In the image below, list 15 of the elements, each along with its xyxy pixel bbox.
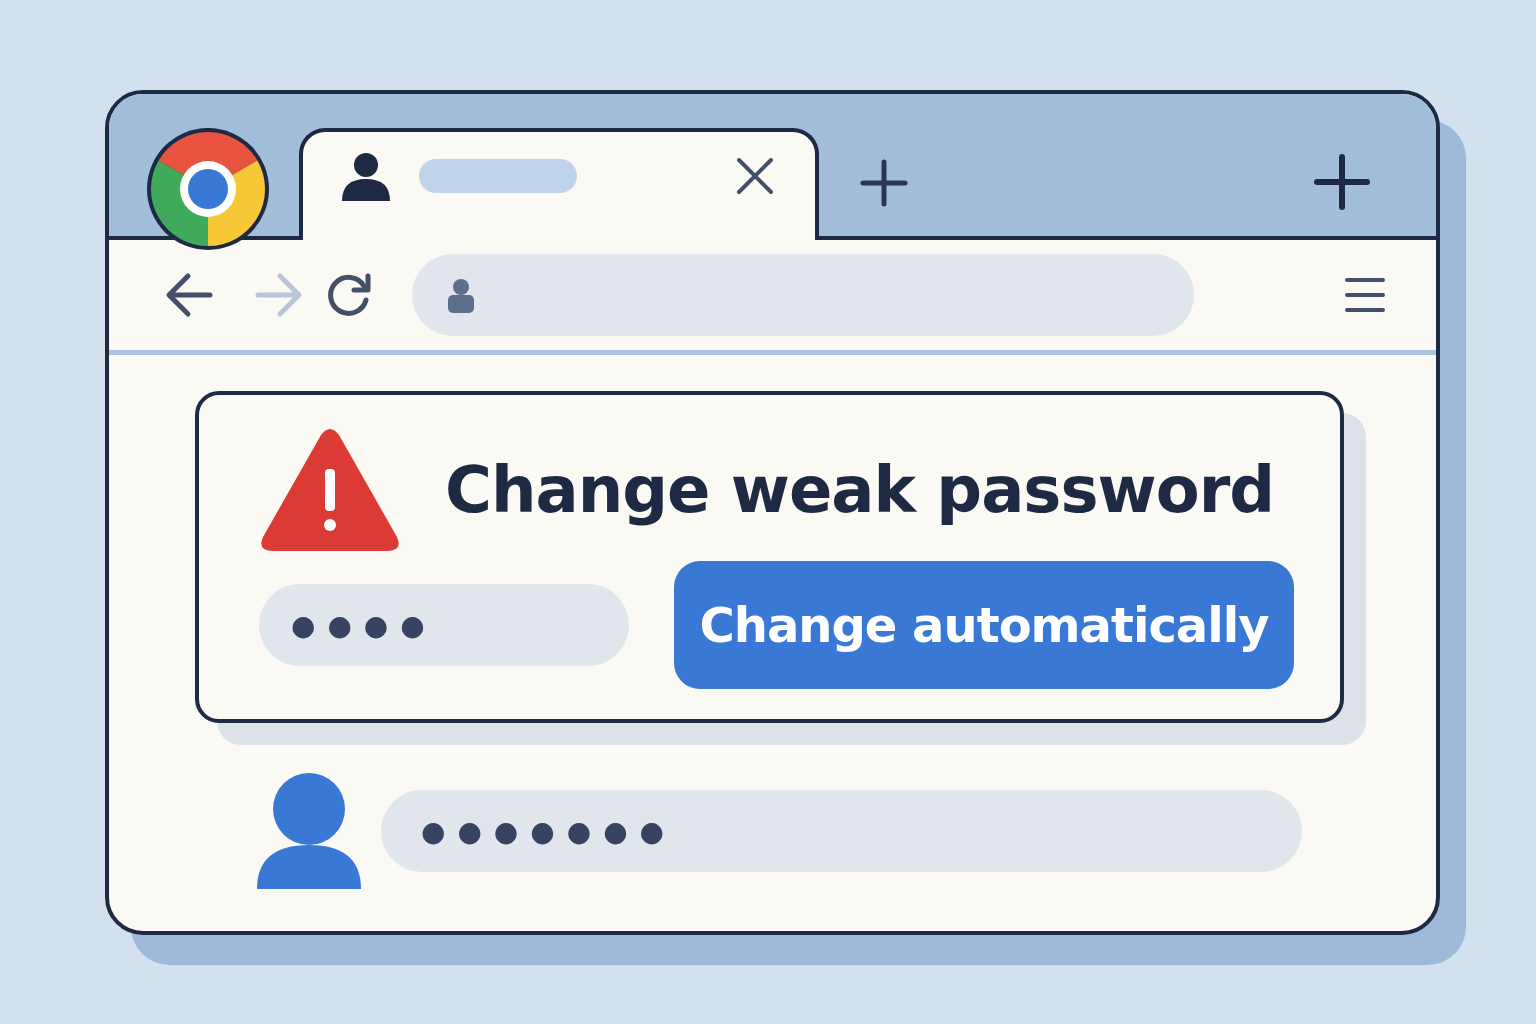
user-icon [257,773,361,889]
reload-icon[interactable] [326,272,372,318]
person-icon [446,277,476,313]
warning-icon [259,427,401,553]
browser-tab[interactable] [299,128,819,240]
close-icon[interactable] [735,156,775,196]
alert-title: Change weak password [445,453,1274,527]
change-automatically-button[interactable]: Change automatically [674,561,1294,689]
menu-icon[interactable] [1344,276,1386,314]
back-icon[interactable] [164,272,214,318]
new-tab-icon[interactable] [859,158,909,208]
password-field[interactable]: ●●●● [259,584,629,666]
person-icon [339,151,393,201]
plus-icon[interactable] [1314,154,1370,210]
password-field[interactable]: ●●●●●●● [381,790,1302,872]
